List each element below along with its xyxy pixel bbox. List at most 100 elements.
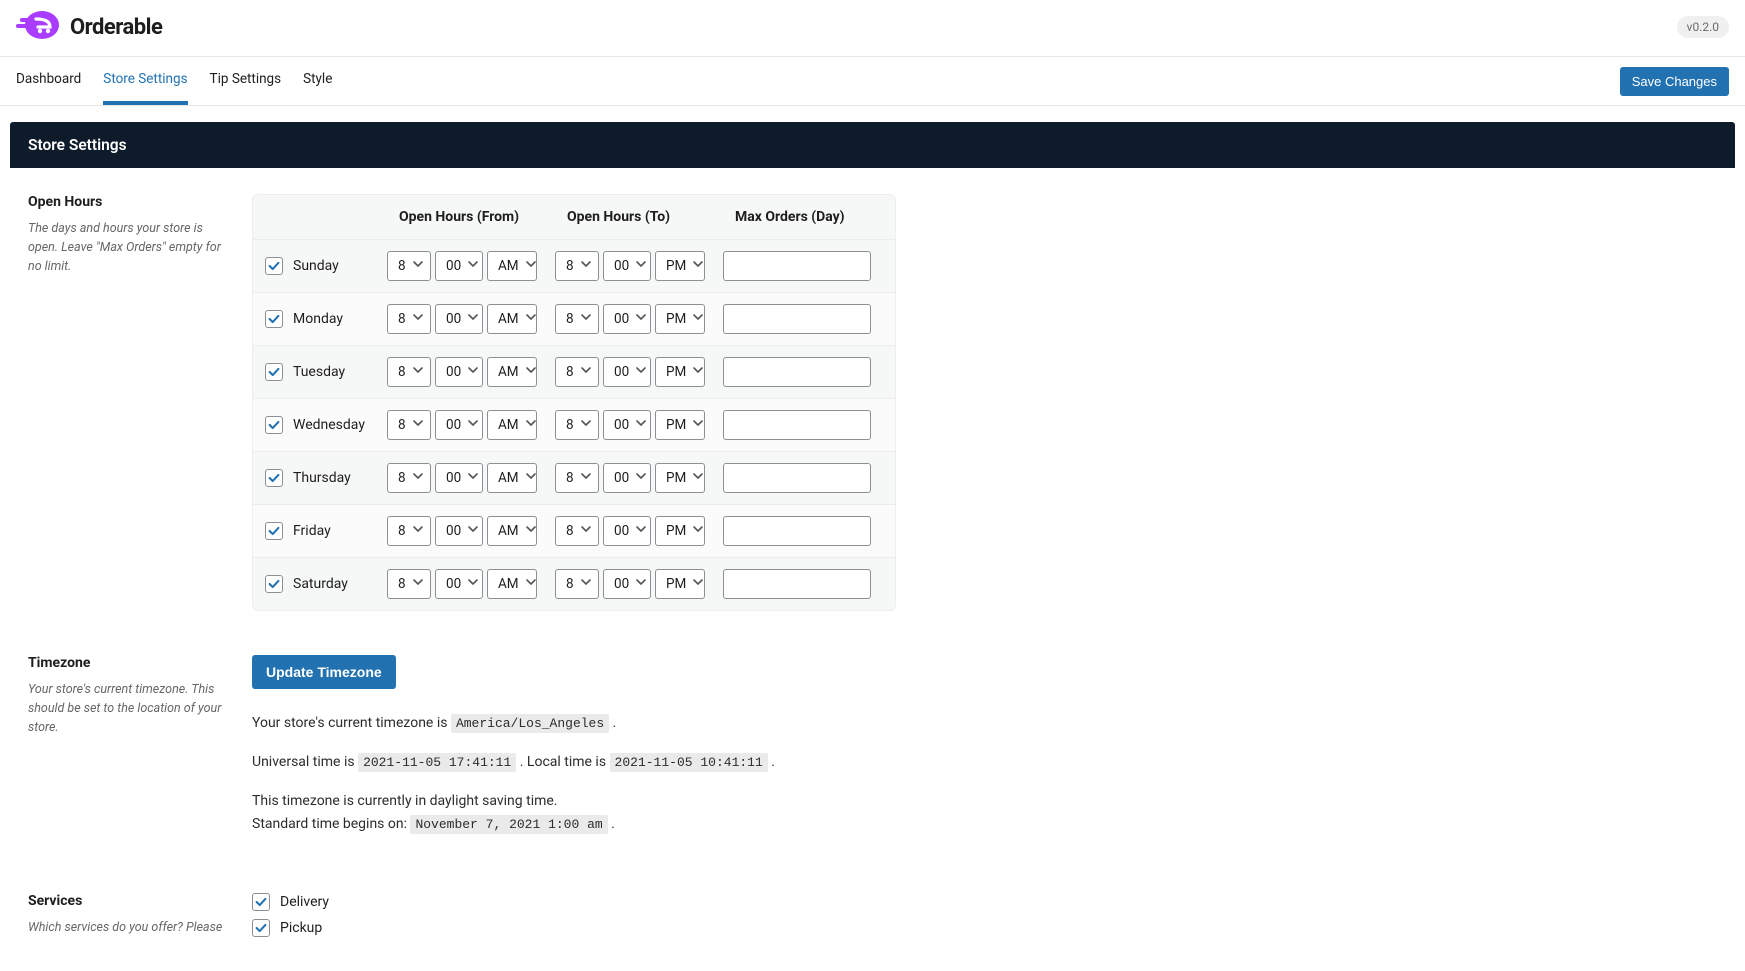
update-timezone-button[interactable]: Update Timezone [252,655,396,689]
service-checkbox[interactable] [252,893,270,911]
chevron-down-icon [412,258,424,274]
navbar: Dashboard Store Settings Tip Settings St… [0,56,1745,106]
day-enabled-checkbox[interactable] [265,575,283,593]
from-hour-select[interactable]: 8 [387,304,431,334]
from-minute-select[interactable]: 00 [435,516,483,546]
from-ampm-select[interactable]: AM [487,304,537,334]
from-ampm-select[interactable]: AM [487,410,537,440]
to-hour-select[interactable]: 8 [555,463,599,493]
from-minute-select[interactable]: 00 [435,357,483,387]
chevron-down-icon [580,258,592,274]
standard-time-value: November 7, 2021 1:00 am [410,815,607,834]
from-minute-select[interactable]: 00 [435,410,483,440]
brand-name: Orderable [70,15,162,40]
day-enabled-checkbox[interactable] [265,469,283,487]
tab-store-settings[interactable]: Store Settings [103,57,187,105]
service-checkbox[interactable] [252,919,270,937]
open-hours-desc: The days and hours your store is open. L… [28,220,224,276]
day-row: Monday800AM800PM [253,292,895,345]
to-hour-select[interactable]: 8 [555,516,599,546]
chevron-down-icon [412,576,424,592]
to-minute-select[interactable]: 00 [603,463,651,493]
to-minute-select[interactable]: 00 [603,410,651,440]
to-ampm-select[interactable]: PM [655,251,705,281]
to-minute-select[interactable]: 00 [603,569,651,599]
to-ampm-select[interactable]: PM [655,516,705,546]
open-hours-title: Open Hours [28,194,224,210]
chevron-down-icon [692,258,704,274]
chevron-down-icon [580,523,592,539]
day-enabled-checkbox[interactable] [265,363,283,381]
from-ampm-select[interactable]: AM [487,251,537,281]
from-ampm-select[interactable]: AM [487,463,537,493]
chevron-down-icon [580,576,592,592]
max-orders-input[interactable] [723,516,871,546]
to-minute-select[interactable]: 00 [603,304,651,334]
to-ampm-select[interactable]: PM [655,304,705,334]
chevron-down-icon [467,364,479,380]
timezone-times-line: Universal time is 2021-11-05 17:41:11 . … [252,752,1112,773]
chevron-down-icon [580,470,592,486]
tab-style[interactable]: Style [303,57,332,105]
from-hour-select[interactable]: 8 [387,410,431,440]
to-minute-select[interactable]: 00 [603,357,651,387]
from-ampm-select[interactable]: AM [487,569,537,599]
chevron-down-icon [525,576,537,592]
utc-time: 2021-11-05 17:41:11 [358,753,516,772]
day-enabled-checkbox[interactable] [265,310,283,328]
from-hour-select[interactable]: 8 [387,569,431,599]
brand-icon [16,10,60,44]
to-minute-select[interactable]: 00 [603,516,651,546]
day-enabled-checkbox[interactable] [265,522,283,540]
to-minute-select[interactable]: 00 [603,251,651,281]
to-hour-select[interactable]: 8 [555,357,599,387]
to-ampm-select[interactable]: PM [655,410,705,440]
tab-dashboard[interactable]: Dashboard [16,57,81,105]
chevron-down-icon [525,417,537,433]
chevron-down-icon [692,311,704,327]
standard-time-line: Standard time begins on: November 7, 202… [252,814,1112,835]
chevron-down-icon [412,311,424,327]
chevron-down-icon [635,417,647,433]
to-hour-select[interactable]: 8 [555,410,599,440]
max-orders-input[interactable] [723,304,871,334]
from-ampm-select[interactable]: AM [487,357,537,387]
from-minute-select[interactable]: 00 [435,251,483,281]
chevron-down-icon [635,258,647,274]
col-to-header: Open Hours (To) [567,195,735,239]
from-hour-select[interactable]: 8 [387,251,431,281]
day-name: Tuesday [293,364,345,380]
to-hour-select[interactable]: 8 [555,251,599,281]
max-orders-input[interactable] [723,357,871,387]
from-minute-select[interactable]: 00 [435,304,483,334]
max-orders-input[interactable] [723,251,871,281]
chevron-down-icon [692,523,704,539]
max-orders-input[interactable] [723,463,871,493]
service-label: Pickup [280,920,322,936]
chevron-down-icon [692,364,704,380]
to-hour-select[interactable]: 8 [555,569,599,599]
to-hour-select[interactable]: 8 [555,304,599,334]
to-ampm-select[interactable]: PM [655,463,705,493]
to-ampm-select[interactable]: PM [655,357,705,387]
chevron-down-icon [692,417,704,433]
day-name: Saturday [293,576,348,592]
day-row: Thursday800AM800PM [253,451,895,504]
from-minute-select[interactable]: 00 [435,569,483,599]
day-name: Thursday [293,470,351,486]
from-ampm-select[interactable]: AM [487,516,537,546]
brand-logo: Orderable [16,10,162,44]
day-enabled-checkbox[interactable] [265,416,283,434]
from-hour-select[interactable]: 8 [387,516,431,546]
day-name: Friday [293,523,331,539]
day-enabled-checkbox[interactable] [265,257,283,275]
max-orders-input[interactable] [723,569,871,599]
chevron-down-icon [580,417,592,433]
save-changes-button[interactable]: Save Changes [1620,67,1729,96]
from-hour-select[interactable]: 8 [387,357,431,387]
from-minute-select[interactable]: 00 [435,463,483,493]
from-hour-select[interactable]: 8 [387,463,431,493]
max-orders-input[interactable] [723,410,871,440]
tab-tip-settings[interactable]: Tip Settings [210,57,282,105]
to-ampm-select[interactable]: PM [655,569,705,599]
